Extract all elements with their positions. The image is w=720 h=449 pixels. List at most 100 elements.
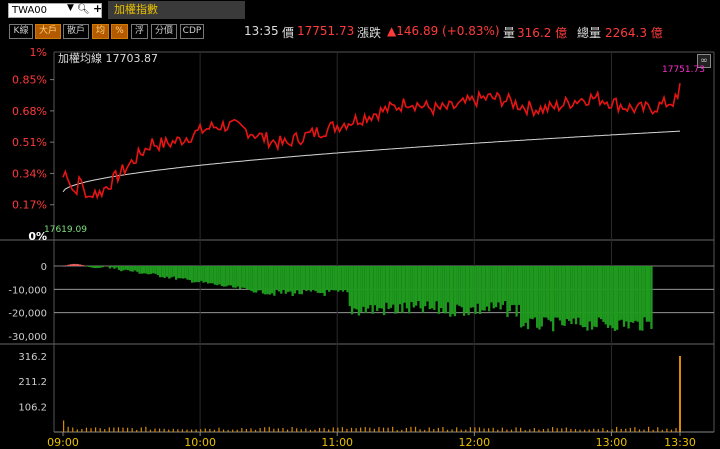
volume-bar [186, 429, 188, 432]
force-bar [494, 266, 498, 308]
force-bar [524, 266, 527, 323]
price-y-tick-label: 0.34% [12, 167, 47, 180]
chevron-down-icon[interactable]: ▼ [67, 3, 74, 13]
volume-bar [268, 426, 270, 432]
volume-bar [634, 427, 636, 432]
volume-bar [574, 429, 577, 432]
volume-bar [638, 429, 641, 432]
force-bar [632, 266, 635, 323]
force-bar [405, 266, 409, 309]
retail-button[interactable]: 散戶 [63, 24, 89, 39]
force-bar [261, 266, 265, 294]
volume-bar [661, 429, 663, 432]
search-icon[interactable]: 🔍︎ [77, 4, 90, 15]
force-bar [197, 266, 201, 283]
volume-bar [679, 356, 681, 432]
force-bar [451, 266, 454, 315]
force-bar [428, 266, 431, 310]
float-button[interactable]: 浮 [131, 24, 148, 39]
force-bar [142, 266, 146, 274]
force-bar [396, 266, 399, 313]
force-bar [188, 266, 191, 281]
price-y-tick-label: 0.51% [12, 136, 47, 149]
price-y-tick-label: 1% [30, 46, 47, 59]
volume-bar [136, 429, 138, 432]
time-x-tick-label: 12:00 [458, 436, 490, 449]
volume-bar [437, 427, 439, 432]
volume-bar [250, 428, 252, 432]
price-y-tick-label: 0.68% [12, 105, 47, 118]
volume-bar [419, 429, 421, 432]
force-bar [620, 266, 623, 320]
volume-bar [670, 429, 673, 432]
price-distribution-button[interactable]: 分價 [151, 24, 177, 39]
volume-bar [154, 428, 156, 432]
volume-bar [666, 428, 668, 432]
volume-bar [108, 427, 110, 432]
volume-bar [117, 427, 120, 432]
force-bar [417, 266, 420, 302]
force-bar [638, 266, 642, 331]
force-bar [181, 266, 185, 279]
volume-bar [168, 429, 170, 432]
force-bar [586, 266, 589, 331]
percent-button[interactable]: % [111, 24, 128, 39]
volume-bar [424, 429, 426, 432]
volume-bar [478, 427, 481, 432]
force-bar [193, 266, 196, 283]
symbol-input[interactable]: TWA00 ▼ 🔍︎ + [8, 2, 102, 18]
force-bar [369, 266, 372, 306]
volume-bar [510, 429, 513, 432]
force-bar [280, 266, 283, 294]
volume-bar [625, 428, 627, 432]
force-bar [469, 266, 473, 308]
big-player-button[interactable]: 大戶 [35, 24, 61, 39]
force-bar [172, 266, 175, 277]
force-bar [476, 266, 479, 304]
force-bar [440, 266, 443, 309]
force-bar [497, 266, 500, 303]
force-bar [581, 266, 585, 328]
force-bar [270, 266, 274, 294]
force-bar [636, 266, 639, 322]
force-bar [254, 266, 258, 293]
volume-bar [442, 426, 444, 432]
force-bar [419, 266, 422, 309]
volume-bar [392, 426, 394, 432]
force-bar [600, 266, 603, 320]
force-bar [348, 266, 351, 307]
force-bar [341, 266, 345, 292]
volume-bar [515, 427, 517, 432]
force-bar [332, 266, 335, 291]
force-bar [449, 266, 452, 317]
kline-button[interactable]: K線 [9, 24, 33, 39]
volume-bar [465, 429, 467, 432]
volume-bar [584, 429, 586, 432]
force-bar [412, 266, 415, 308]
force-bar [94, 266, 98, 269]
force-bar [552, 266, 555, 332]
plus-icon[interactable]: + [93, 2, 102, 15]
time-x-axis: 09:00 10:00 11:00 12:00 13:00 13:30 [47, 52, 696, 449]
force-bar [556, 266, 559, 318]
force-bar [357, 266, 361, 316]
change-value: ▲146.89 (+0.83%) [387, 24, 500, 38]
force-bar [597, 266, 601, 318]
volume-bar [346, 428, 348, 432]
volume-bar [72, 427, 74, 432]
volume-bar [524, 430, 526, 432]
volume-bar [145, 426, 147, 432]
force-bar [499, 266, 502, 310]
volume-bar [364, 427, 366, 432]
cdp-button[interactable]: CDP [180, 24, 204, 39]
force-bar [305, 266, 308, 292]
force-bar [529, 266, 532, 319]
average-button[interactable]: 均 [92, 24, 109, 39]
force-bar [648, 266, 651, 322]
force-bar [302, 266, 306, 290]
force-bar [577, 266, 580, 318]
volume-bar [332, 427, 334, 432]
force-bar [243, 266, 246, 288]
force-bar [643, 266, 646, 318]
force-bar [248, 266, 251, 290]
